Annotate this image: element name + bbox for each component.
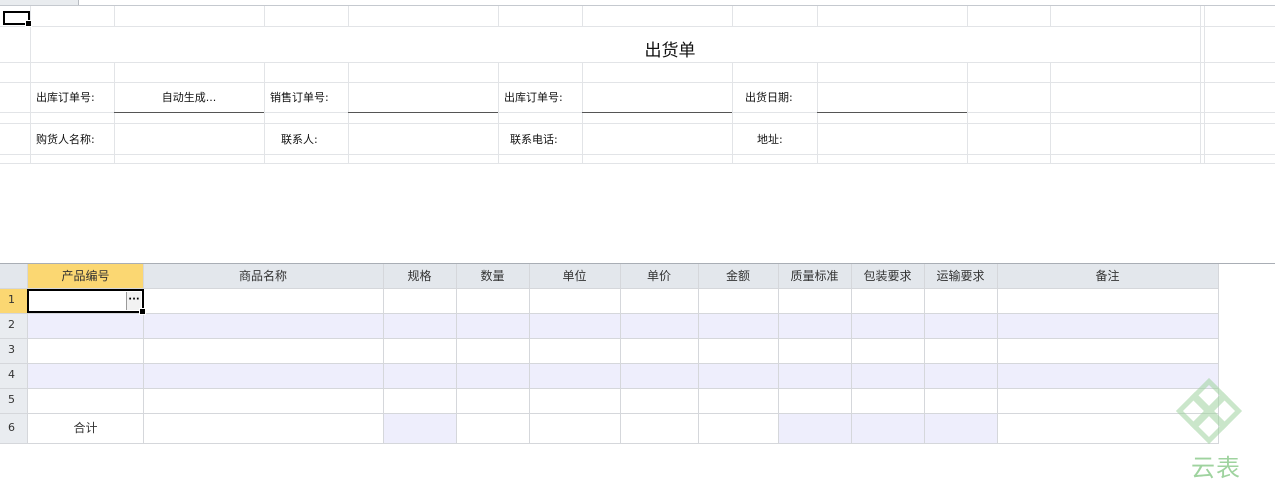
address-field[interactable] bbox=[817, 133, 967, 147]
row-header-6[interactable]: 6 bbox=[0, 416, 27, 440]
column-header-amount[interactable]: 金额 bbox=[698, 264, 778, 288]
product-grid-lines bbox=[0, 263, 1275, 444]
fill-handle[interactable] bbox=[25, 20, 32, 27]
buyer-name-label: 购货人名称: bbox=[36, 133, 95, 146]
total-label: 合计 bbox=[73, 421, 98, 435]
outbound-order-no-label-2: 出库订单号: bbox=[504, 91, 563, 104]
document-title: 出货单 bbox=[644, 41, 696, 61]
column-header-unit[interactable]: 单位 bbox=[529, 264, 620, 288]
row-header-3[interactable]: 3 bbox=[0, 338, 27, 362]
sales-order-no-field[interactable] bbox=[348, 91, 498, 105]
watermark-text: 云表 bbox=[1191, 454, 1241, 482]
row-header-5[interactable]: 5 bbox=[0, 388, 27, 412]
phone-field[interactable] bbox=[582, 133, 732, 147]
product-grid: 产品编号 商品名称 规格 数量 单位 单价 金额 质量标准 包装要求 运输要求 … bbox=[0, 263, 1275, 444]
product-code-edit-cell[interactable]: ··· bbox=[27, 289, 146, 315]
buyer-name-field[interactable] bbox=[114, 133, 264, 147]
address-label: 地址: bbox=[757, 133, 783, 146]
outbound-order-no-field[interactable]: 自动生成... bbox=[114, 91, 264, 105]
column-header-remarks[interactable]: 备注 bbox=[997, 264, 1218, 288]
column-header-unit-price[interactable]: 单价 bbox=[620, 264, 698, 288]
contact-label: 联系人: bbox=[281, 133, 318, 146]
contact-field[interactable] bbox=[348, 133, 498, 147]
column-header-product-code[interactable]: 产品编号 bbox=[27, 264, 144, 288]
ship-date-field[interactable] bbox=[817, 91, 967, 105]
ship-date-label: 出货日期: bbox=[745, 91, 793, 104]
column-header-packing-requirement[interactable]: 包装要求 bbox=[851, 264, 924, 288]
form-header-sheet: 出货单 出库订单号: 自动生成... 销售订单号: 出库订单号: 出货日期: 购… bbox=[0, 6, 1275, 166]
outbound-order-no-field-2[interactable] bbox=[582, 91, 732, 105]
outbound-order-no-label: 出库订单号: bbox=[36, 91, 95, 104]
row-header-1[interactable]: 1 bbox=[0, 288, 27, 312]
column-header-quality-standard[interactable]: 质量标准 bbox=[778, 264, 851, 288]
row-header-2[interactable]: 2 bbox=[0, 313, 27, 337]
sheet-tab[interactable] bbox=[0, 0, 79, 5]
column-header-spec[interactable]: 规格 bbox=[383, 264, 456, 288]
sales-order-no-label: 销售订单号: bbox=[270, 91, 329, 104]
row-header-4[interactable]: 4 bbox=[0, 363, 27, 387]
phone-label: 联系电话: bbox=[510, 133, 558, 146]
fill-handle[interactable] bbox=[139, 308, 146, 315]
cell-selection-box[interactable] bbox=[3, 11, 32, 27]
column-header-transport-requirement[interactable]: 运输要求 bbox=[924, 264, 997, 288]
column-header-quantity[interactable]: 数量 bbox=[456, 264, 529, 288]
column-header-product-name[interactable]: 商品名称 bbox=[143, 264, 383, 288]
